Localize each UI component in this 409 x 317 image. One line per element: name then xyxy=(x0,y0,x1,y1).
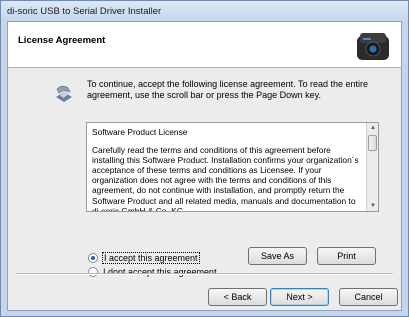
decline-radio[interactable]: I dont accept this agreement xyxy=(88,267,218,277)
decline-label: I dont accept this agreement xyxy=(103,267,217,277)
window-title: di-soric USB to Serial Driver Installer xyxy=(7,6,162,17)
next-button[interactable]: Next > xyxy=(270,288,329,306)
license-agreement-icon xyxy=(56,85,72,102)
footer-divider xyxy=(16,273,393,275)
save-as-button[interactable]: Save As xyxy=(248,247,307,265)
scroll-down-icon[interactable]: ▼ xyxy=(368,201,378,211)
scroll-up-icon[interactable]: ▲ xyxy=(368,123,378,133)
radio-checked-icon[interactable] xyxy=(88,253,98,263)
page-title: License Agreement xyxy=(18,35,106,46)
cancel-button[interactable]: Cancel xyxy=(339,288,398,306)
radio-unchecked-icon[interactable] xyxy=(88,267,98,277)
wizard-body: To continue, accept the following licens… xyxy=(8,69,401,277)
title-bar[interactable]: di-soric USB to Serial Driver Installer xyxy=(1,1,408,21)
device-logo-icon xyxy=(357,33,389,60)
accept-radio[interactable]: I accept this agreement xyxy=(88,252,200,264)
back-button[interactable]: < Back xyxy=(208,288,267,306)
license-body: Carefully read the terms and conditions … xyxy=(92,145,359,212)
license-text-box[interactable]: Software Product License Carefully read … xyxy=(86,122,379,212)
license-content: Software Product License Carefully read … xyxy=(92,127,364,212)
installer-window: di-soric USB to Serial Driver Installer … xyxy=(0,0,409,317)
wizard-header: License Agreement xyxy=(8,22,401,68)
intro-text: To continue, accept the following licens… xyxy=(87,79,369,100)
accept-label: I accept this agreement xyxy=(102,252,200,264)
scroll-thumb[interactable] xyxy=(368,135,377,151)
license-heading: Software Product License xyxy=(92,127,188,137)
print-button[interactable]: Print xyxy=(317,247,376,265)
wizard-client-area: License Agreement To continue, accept th… xyxy=(7,21,402,311)
license-scrollbar[interactable]: ▲ ▼ xyxy=(366,123,378,211)
